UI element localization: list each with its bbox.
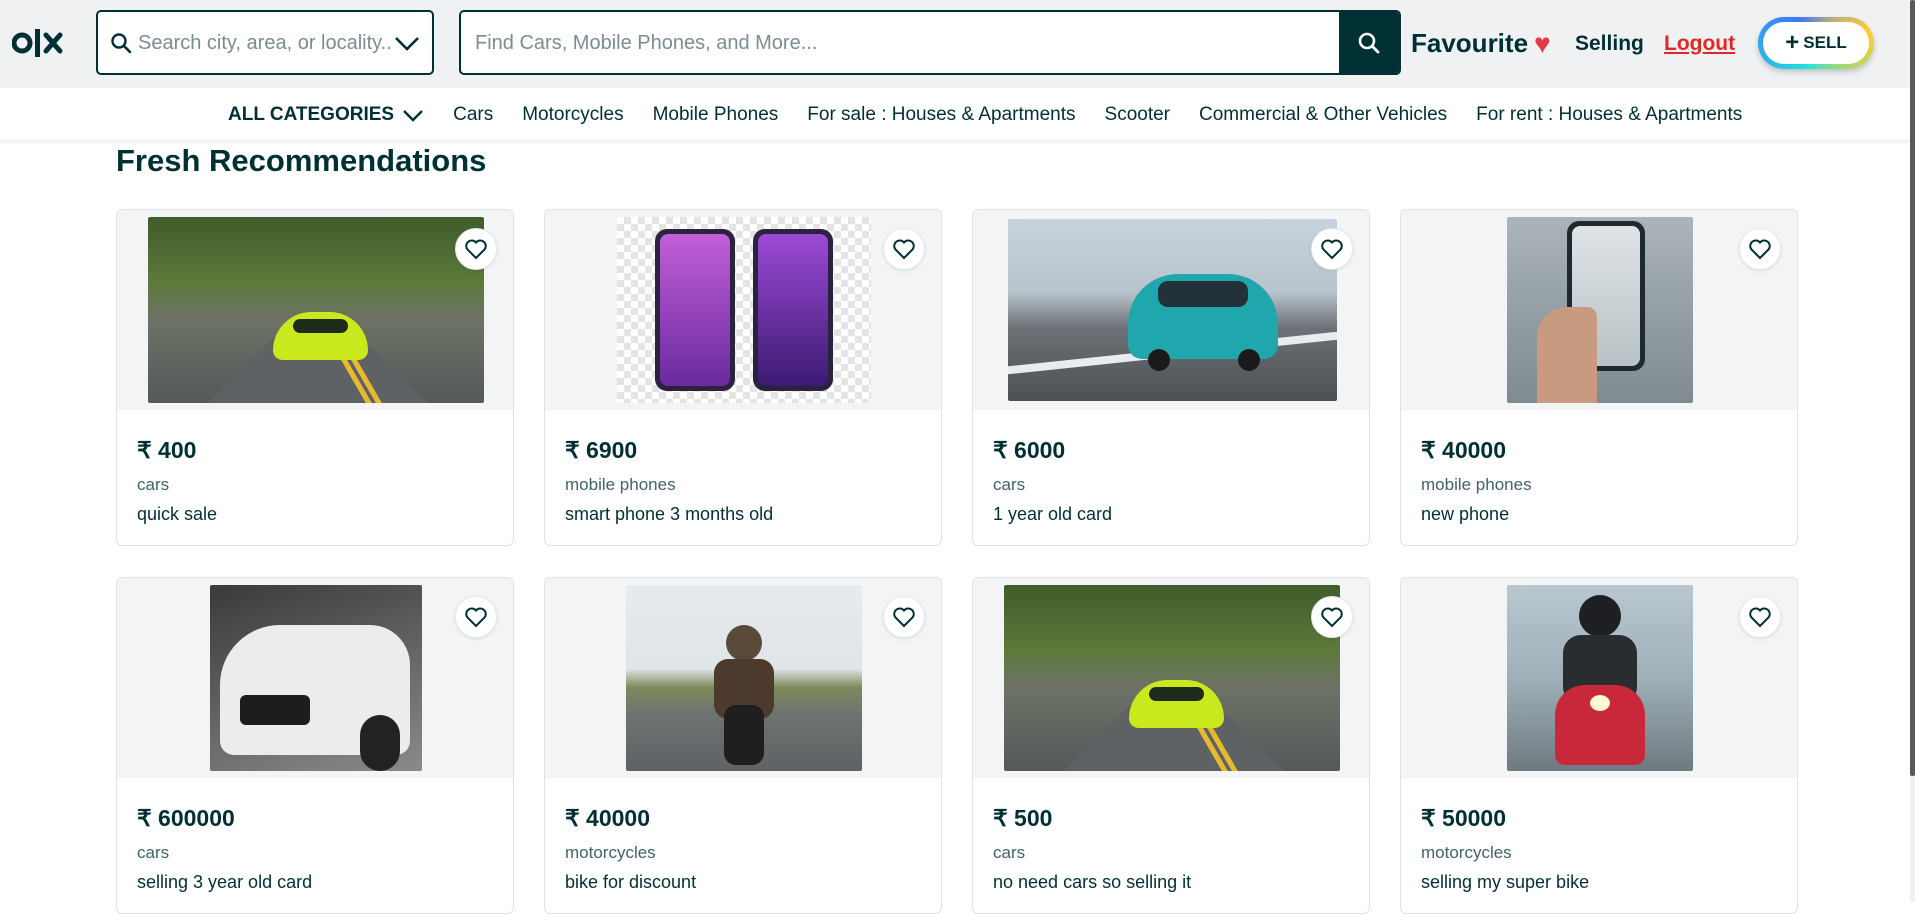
hand-holding-phone-image (1507, 217, 1693, 403)
scrollbar-thumb[interactable] (1910, 0, 1915, 776)
favourite-button[interactable] (1311, 228, 1353, 270)
favourite-button[interactable] (1739, 228, 1781, 270)
category-link-scooter[interactable]: Scooter (1105, 104, 1170, 126)
listing-card[interactable]: ₹ 40000 mobile phones new phone (1400, 209, 1798, 546)
plus-icon: + (1785, 29, 1800, 56)
listing-card[interactable]: ₹ 400 cars quick sale (116, 209, 514, 546)
listing-category: mobile phones (565, 475, 676, 494)
favourite-button[interactable] (455, 596, 497, 638)
olx-logo-icon[interactable] (12, 26, 72, 60)
listing-price: ₹ 50000 (1421, 805, 1506, 831)
listing-category: motorcycles (565, 843, 656, 862)
header: Favourite ♥ Selling Logout + SELL (0, 0, 1915, 88)
listing-image-area (117, 578, 513, 778)
favourite-button[interactable] (455, 228, 497, 270)
listing-card[interactable]: ₹ 50000 motorcycles selling my super bik… (1400, 577, 1798, 914)
listing-category: cars (993, 475, 1026, 494)
lime-sports-car-road-image (148, 217, 484, 403)
listing-category: cars (137, 843, 170, 862)
sell-button[interactable]: + SELL (1758, 17, 1874, 69)
category-link-houses-rent[interactable]: For rent : Houses & Apartments (1476, 104, 1742, 126)
listing-title: 1 year old card (993, 504, 1113, 524)
heart-outline-icon (1749, 239, 1771, 260)
listing-title: selling 3 year old card (137, 872, 313, 892)
listing-card[interactable]: ₹ 6900 mobile phones smart phone 3 month… (544, 209, 942, 546)
search-icon (1358, 32, 1380, 53)
favourite-link[interactable]: Favourite ♥ (1411, 28, 1551, 59)
white-supercar-image (210, 585, 422, 771)
listing-price: ₹ 6900 (565, 437, 638, 463)
purple-smartphones-image (617, 217, 871, 403)
listing-price: ₹ 6000 (993, 437, 1066, 463)
listing-title: new phone (1421, 504, 1510, 524)
listing-category: cars (137, 475, 170, 494)
all-categories-label: ALL CATEGORIES (228, 104, 395, 125)
listing-title: quick sale (137, 504, 218, 524)
listing-title: selling my super bike (1421, 872, 1590, 892)
favourite-label: Favourite (1411, 28, 1529, 58)
selling-link[interactable]: Selling (1575, 32, 1644, 56)
heart-outline-icon (1321, 607, 1343, 628)
heart-outline-icon (893, 607, 915, 628)
vertical-scrollbar[interactable] (1910, 0, 1915, 902)
chevron-down-icon[interactable] (394, 34, 420, 52)
listing-image-area (973, 210, 1369, 410)
listing-title: bike for discount (565, 872, 697, 892)
listing-image-area (1401, 210, 1797, 410)
listing-price: ₹ 600000 (137, 805, 235, 831)
listing-price: ₹ 500 (993, 805, 1053, 831)
logout-link[interactable]: Logout (1664, 32, 1735, 56)
listing-card[interactable]: ₹ 500 cars no need cars so selling it (972, 577, 1370, 914)
listing-price: ₹ 400 (137, 437, 197, 463)
search-icon (111, 33, 132, 54)
chevron-down-icon (403, 110, 423, 122)
main-search[interactable] (459, 10, 1401, 75)
listing-image-area (1401, 578, 1797, 778)
listing-title: smart phone 3 months old (565, 504, 774, 524)
listing-card[interactable]: ₹ 40000 motorcycles bike for discount (544, 577, 942, 914)
listing-price: ₹ 40000 (1421, 437, 1506, 463)
listing-card[interactable]: ₹ 6000 cars 1 year old card (972, 209, 1370, 546)
lime-sports-car-road-image (1004, 585, 1340, 771)
listing-title: no need cars so selling it (993, 872, 1192, 892)
heart-outline-icon (1749, 607, 1771, 628)
category-link-commercial-vehicles[interactable]: Commercial & Other Vehicles (1199, 104, 1447, 126)
listing-grid: ₹ 400 cars quick sale ₹ 6900 mobile phon… (116, 209, 1798, 914)
rider-on-motorcycle-image (626, 585, 862, 771)
heart-icon: ♥ (1534, 27, 1551, 59)
search-input[interactable] (475, 26, 1335, 60)
category-link-motorcycles[interactable]: Motorcycles (522, 104, 623, 126)
listing-category: mobile phones (1421, 475, 1532, 494)
category-link-cars[interactable]: Cars (453, 104, 493, 126)
heart-outline-icon (465, 607, 487, 628)
category-link-mobile-phones[interactable]: Mobile Phones (653, 104, 779, 126)
heart-outline-icon (465, 239, 487, 260)
listing-card[interactable]: ₹ 600000 cars selling 3 year old card (116, 577, 514, 914)
sell-label: SELL (1803, 33, 1847, 52)
heart-outline-icon (893, 239, 915, 260)
heart-outline-icon (1321, 239, 1343, 260)
listing-category: motorcycles (1421, 843, 1512, 862)
search-button[interactable] (1339, 12, 1399, 73)
listing-image-area (545, 578, 941, 778)
favourite-button[interactable] (1311, 596, 1353, 638)
category-bar: ALL CATEGORIES Cars Motorcycles Mobile P… (0, 90, 1915, 140)
location-input[interactable] (138, 26, 393, 60)
category-link-houses-sale[interactable]: For sale : Houses & Apartments (807, 104, 1075, 126)
listing-image-area (117, 210, 513, 410)
location-search[interactable] (96, 10, 434, 75)
teal-hatchback-car-image (1007, 219, 1337, 401)
section-title: Fresh Recommendations (116, 143, 487, 178)
listing-category: cars (993, 843, 1026, 862)
listing-image-area (545, 210, 941, 410)
favourite-button[interactable] (883, 228, 925, 270)
favourite-button[interactable] (1739, 596, 1781, 638)
all-categories-dropdown[interactable]: ALL CATEGORIES (228, 104, 424, 126)
favourite-button[interactable] (883, 596, 925, 638)
red-sport-bike-rider-image (1507, 585, 1693, 771)
listing-price: ₹ 40000 (565, 805, 650, 831)
listing-image-area (973, 578, 1369, 778)
